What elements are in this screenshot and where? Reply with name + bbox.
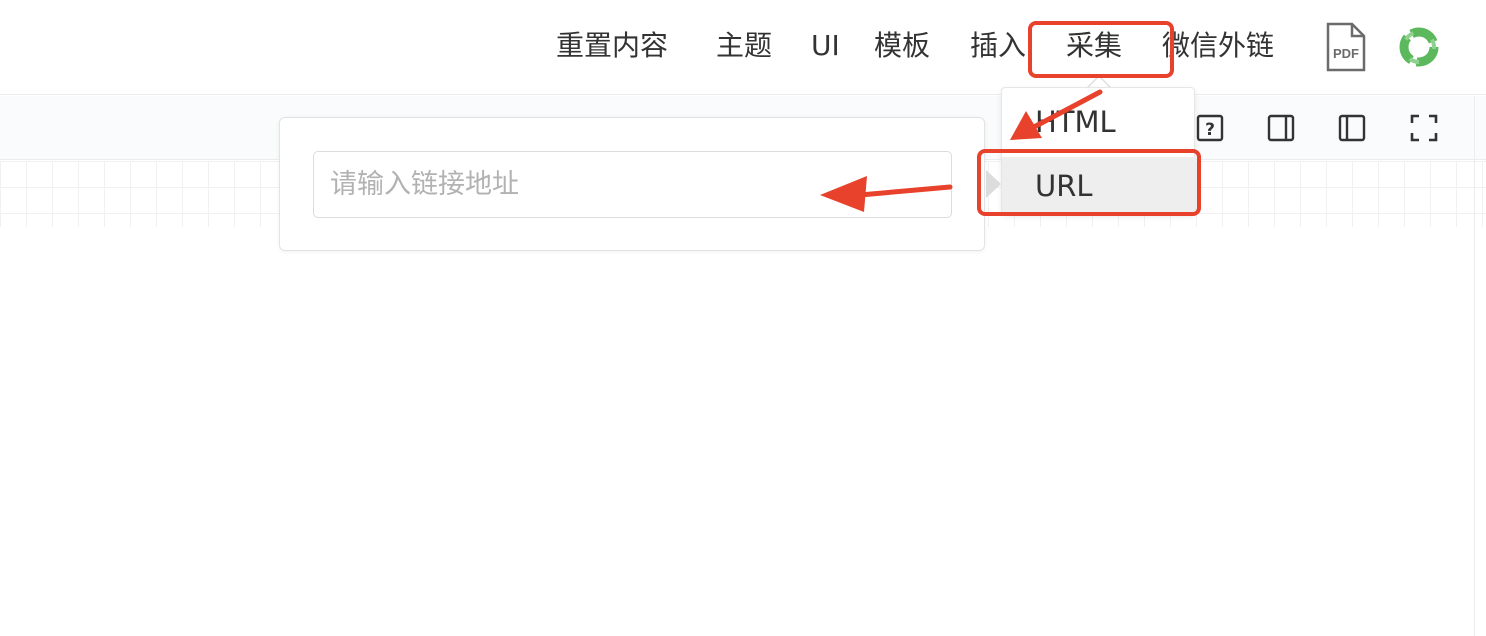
- menu-ui[interactable]: UI: [811, 26, 840, 66]
- menu-reset-content[interactable]: 重置内容: [556, 26, 668, 66]
- right-rail-divider: [1474, 96, 1475, 636]
- menu-template[interactable]: 模板: [874, 26, 930, 66]
- top-menu-bar: 重置内容 主题 UI 模板 插入 采集 微信外链 PDF: [0, 0, 1486, 95]
- pdf-label: PDF: [1333, 46, 1359, 61]
- right-panel-icon[interactable]: [1266, 113, 1296, 143]
- menu-insert[interactable]: 插入: [970, 26, 1026, 66]
- highlight-url-box: [977, 149, 1201, 216]
- menu-wechat-link[interactable]: 微信外链: [1162, 26, 1274, 66]
- green-ring-logo-icon[interactable]: [1396, 24, 1442, 70]
- menu-theme[interactable]: 主题: [716, 26, 772, 66]
- url-input-popover: [279, 117, 985, 251]
- fullscreen-icon[interactable]: [1409, 113, 1439, 143]
- editor-window: 重置内容 主题 UI 模板 插入 采集 微信外链 PDF ? 请输入链接地址 H…: [0, 0, 1486, 636]
- pdf-file-icon[interactable]: PDF: [1322, 22, 1368, 72]
- url-input[interactable]: [313, 151, 952, 218]
- svg-text:?: ?: [1205, 120, 1215, 140]
- left-panel-icon[interactable]: [1337, 113, 1367, 143]
- dropdown-item-html[interactable]: HTML: [1002, 93, 1196, 151]
- help-icon[interactable]: ?: [1195, 113, 1225, 143]
- highlight-collect-box: [1028, 21, 1174, 78]
